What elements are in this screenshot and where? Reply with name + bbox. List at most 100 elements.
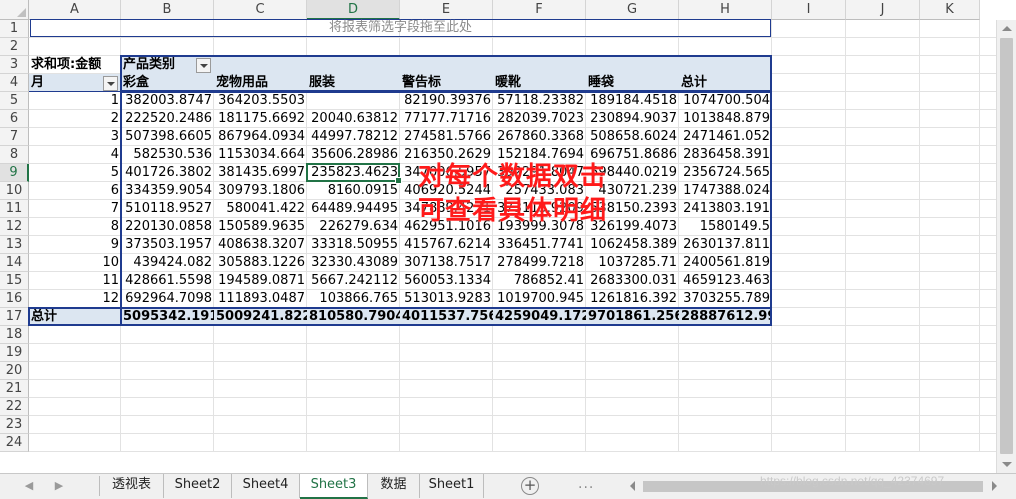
row-header[interactable]: 21 [0, 380, 29, 398]
row-header[interactable]: 1 [0, 20, 29, 38]
pivot-data-cell[interactable]: 1019700.945 [493, 290, 586, 308]
pivot-data-cell[interactable]: 309793.1806 [214, 182, 307, 200]
pivot-data-cell[interactable]: 77177.71716 [400, 110, 493, 128]
pivot-row-label[interactable]: 6 [29, 182, 121, 200]
row-header[interactable]: 7 [0, 128, 29, 146]
select-all-corner[interactable] [0, 0, 29, 20]
row-header[interactable]: 17 [0, 308, 29, 326]
pivot-value-label[interactable]: 求和项:金额 [29, 56, 121, 74]
row-header[interactable]: 10 [0, 182, 29, 200]
pivot-data-cell[interactable]: 1580149.5 [679, 218, 772, 236]
pivot-data-cell[interactable]: 2356724.565 [679, 164, 772, 182]
pivot-data-cell[interactable]: 189184.4518 [586, 92, 679, 110]
pivot-data-cell[interactable]: 44997.78212 [307, 128, 400, 146]
row-header[interactable]: 14 [0, 254, 29, 272]
pivot-data-cell[interactable]: 867964.0934 [214, 128, 307, 146]
pivot-data-cell[interactable]: 428661.5598 [121, 272, 214, 290]
pivot-row-label[interactable]: 9 [29, 236, 121, 254]
scroll-down-icon[interactable] [1002, 462, 1012, 467]
pivot-column-header[interactable]: 服装 [307, 74, 400, 92]
row-header[interactable]: 12 [0, 218, 29, 236]
pivot-grand-total-cell[interactable]: 4011537.756 [400, 308, 493, 326]
pivot-data-cell[interactable]: 150589.9635 [214, 218, 307, 236]
pivot-data-cell[interactable]: 786852.41 [493, 272, 586, 290]
pivot-data-cell[interactable]: 307138.7517 [400, 254, 493, 272]
row-header[interactable]: 19 [0, 344, 29, 362]
pivot-data-cell[interactable]: 111893.0487 [214, 290, 307, 308]
pivot-row-label[interactable]: 7 [29, 200, 121, 218]
pivot-row-label[interactable]: 8 [29, 218, 121, 236]
row-header[interactable]: 5 [0, 92, 29, 110]
pivot-data-cell[interactable]: 408638.3207 [214, 236, 307, 254]
pivot-data-cell[interactable]: 507398.6605 [121, 128, 214, 146]
pivot-grand-total-cell[interactable]: 28887612.99 [679, 308, 772, 326]
pivot-data-cell[interactable]: 1013848.879 [679, 110, 772, 128]
pivot-data-cell[interactable]: 222520.2486 [121, 110, 214, 128]
pivot-row-label[interactable]: 4 [29, 146, 121, 164]
pivot-data-cell[interactable]: 334359.9054 [121, 182, 214, 200]
pivot-row-label[interactable]: 1 [29, 92, 121, 110]
pivot-grand-total-cell[interactable]: 810580.7904 [307, 308, 400, 326]
scroll-right-icon[interactable] [992, 481, 997, 491]
pivot-data-cell[interactable]: 401726.3802 [121, 164, 214, 182]
prev-sheet-icon[interactable]: ◀ [22, 479, 36, 493]
filter-dropdown-icon[interactable] [103, 76, 118, 91]
pivot-column-header[interactable]: 暖靴 [493, 74, 586, 92]
vertical-scrollbar[interactable] [996, 20, 1016, 473]
pivot-data-cell[interactable]: 2683300.031 [586, 272, 679, 290]
pivot-data-cell[interactable]: 582530.536 [121, 146, 214, 164]
pivot-data-cell[interactable]: 274581.5766 [400, 128, 493, 146]
pivot-data-cell[interactable]: 513013.9283 [400, 290, 493, 308]
pivot-data-cell[interactable]: 373503.1957 [121, 236, 214, 254]
pivot-data-cell[interactable]: 692964.7098 [121, 290, 214, 308]
pivot-row-label[interactable]: 2 [29, 110, 121, 128]
pivot-data-cell[interactable]: 510118.9527 [121, 200, 214, 218]
pivot-row-label[interactable]: 5 [29, 164, 121, 182]
pivot-row-label[interactable]: 12 [29, 290, 121, 308]
row-header[interactable]: 11 [0, 200, 29, 218]
pivot-data-cell[interactable]: 2471461.052 [679, 128, 772, 146]
column-header[interactable]: H [679, 0, 772, 20]
pivot-data-cell[interactable]: 2413803.191 [679, 200, 772, 218]
pivot-data-cell[interactable]: 2400561.819 [679, 254, 772, 272]
sheet-tab[interactable]: 数据 [368, 474, 420, 498]
add-sheet-icon[interactable]: + [521, 477, 539, 495]
next-sheet-icon[interactable]: ▶ [52, 479, 66, 493]
pivot-grand-total-cell[interactable]: 5009241.822 [214, 308, 307, 326]
pivot-data-cell[interactable]: 336451.7741 [493, 236, 586, 254]
row-header[interactable]: 6 [0, 110, 29, 128]
pivot-data-cell[interactable]: 3703255.789 [679, 290, 772, 308]
pivot-grand-total-label[interactable]: 总计 [29, 308, 121, 326]
pivot-row-label[interactable]: 10 [29, 254, 121, 272]
pivot-data-cell[interactable]: 194589.0871 [214, 272, 307, 290]
column-header[interactable]: I [772, 0, 846, 20]
row-header[interactable]: 8 [0, 146, 29, 164]
pivot-row-label[interactable]: 3 [29, 128, 121, 146]
pivot-data-cell[interactable]: 580041.422 [214, 200, 307, 218]
column-header[interactable]: D [307, 0, 400, 20]
pivot-data-cell[interactable]: 305883.1226 [214, 254, 307, 272]
pivot-column-header[interactable]: 睡袋 [586, 74, 679, 92]
scroll-left-icon[interactable] [630, 481, 635, 491]
pivot-column-header[interactable]: 宠物用品 [214, 74, 307, 92]
filter-dropdown-icon[interactable] [196, 58, 211, 73]
pivot-data-cell[interactable]: 2836458.391 [679, 146, 772, 164]
pivot-data-cell[interactable]: 35606.28986 [307, 146, 400, 164]
row-header[interactable]: 13 [0, 236, 29, 254]
row-header[interactable]: 24 [0, 434, 29, 452]
sheet-tab[interactable]: Sheet4 [232, 474, 300, 498]
pivot-data-cell[interactable]: 1062458.389 [586, 236, 679, 254]
pivot-data-cell[interactable]: 282039.7023 [493, 110, 586, 128]
column-header[interactable]: B [121, 0, 214, 20]
pivot-data-cell[interactable]: 33318.50955 [307, 236, 400, 254]
row-header[interactable]: 23 [0, 416, 29, 434]
pivot-data-cell[interactable]: 181175.6692 [214, 110, 307, 128]
pivot-data-cell[interactable]: 57118.23382 [493, 92, 586, 110]
row-header[interactable]: 2 [0, 38, 29, 56]
pivot-data-cell[interactable]: 508658.6024 [586, 128, 679, 146]
pivot-data-cell[interactable]: 5667.242112 [307, 272, 400, 290]
pivot-grand-total-cell[interactable]: 5095342.191 [121, 308, 214, 326]
pivot-grand-total-cell[interactable]: 4259049.172 [493, 308, 586, 326]
row-header[interactable]: 4 [0, 74, 29, 92]
pivot-data-cell[interactable]: 278499.7218 [493, 254, 586, 272]
